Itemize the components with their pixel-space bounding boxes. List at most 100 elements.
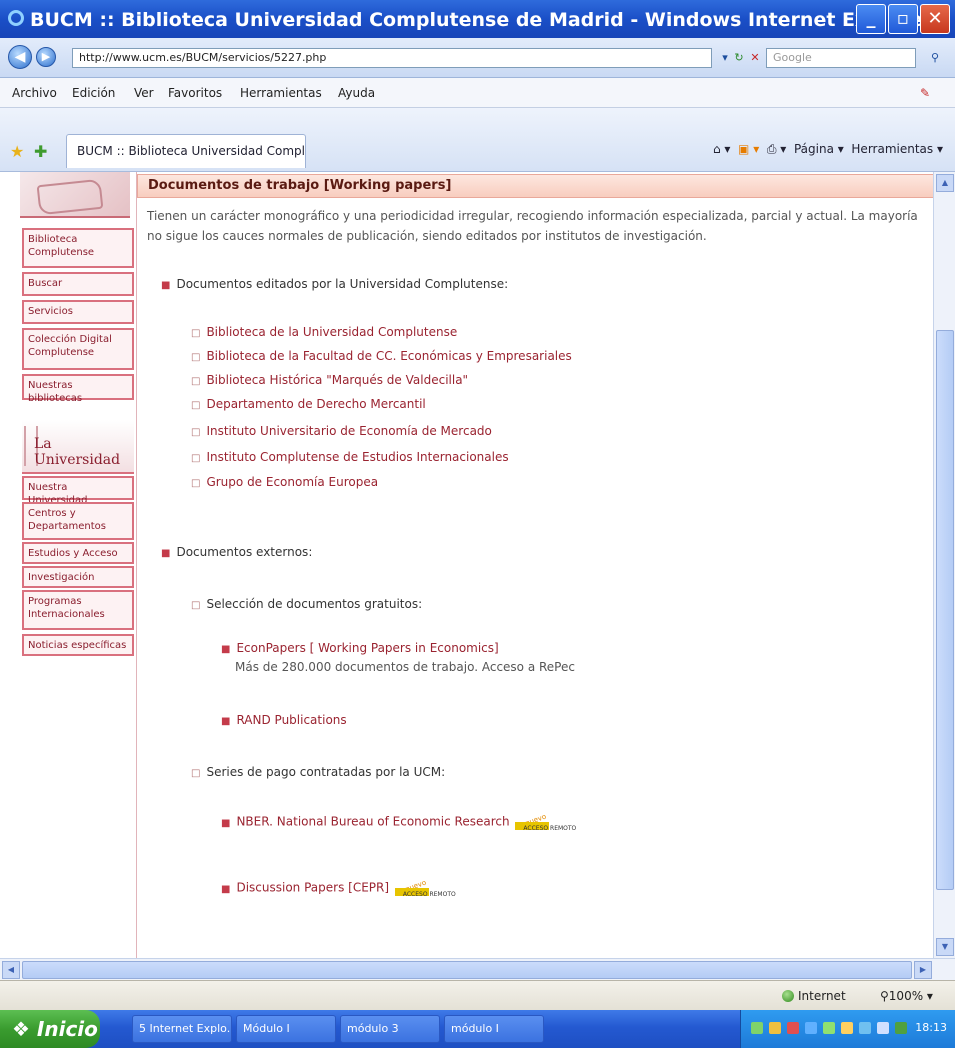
menu-favoritos[interactable]: Favoritos [168,86,222,100]
vertical-scroll-thumb[interactable] [936,330,954,890]
print-icon[interactable]: ⎙ ▾ [767,142,786,156]
maximize-button[interactable]: ▫ [888,4,918,34]
link-cepr[interactable]: ■ Discussion Papers [CEPR] nuevo ACCESO R… [221,878,456,898]
magnifier-icon: ⚲ [880,989,889,1003]
taskbar-item-modulo1b[interactable]: módulo I [444,1015,544,1043]
library-logo [20,172,130,218]
bullet-icon: ■ [221,644,231,655]
tray-volume-icon[interactable] [805,1022,817,1034]
toolbar-extra-icon[interactable]: ✎ [920,86,930,100]
globe-icon [782,990,794,1002]
sidebar-item-bibliotecas[interactable]: Nuestras bibliotecas [22,374,134,404]
sidebar-item-programas[interactable]: Programas Internacionales [22,590,134,630]
menu-herramientas[interactable]: Herramientas [240,86,322,100]
link-econpapers[interactable]: ■ EconPapers [ Working Papers in Economic… [221,640,499,658]
stop-icon[interactable]: ✕ [746,48,764,68]
link-biblioteca-ucm[interactable]: □ Biblioteca de la Universidad Complutens… [191,324,457,342]
favorites-star-icon[interactable]: ★ [10,142,24,161]
tray-update-icon[interactable] [823,1022,835,1034]
command-bar: ⌂ ▾ ▣ ▾ ⎙ ▾ Página ▾ Herramientas ▾ [712,142,943,156]
sidebar-item-investigacion[interactable]: Investigación [22,566,134,588]
home-icon[interactable]: ⌂ ▾ [713,142,730,156]
sidebar-item-estudios[interactable]: Estudios y Acceso [22,542,134,564]
tray-app-icon[interactable] [895,1022,907,1034]
taskbar-item-ie[interactable]: 5 Internet Explo... [132,1015,232,1043]
bullet-icon: ■ [161,280,171,291]
close-button[interactable]: ✕ [920,4,950,34]
university-section-header: La Universidad [22,420,134,474]
zoom-level[interactable]: ⚲100% ▾ [880,989,933,1003]
link-biblioteca-historica[interactable]: □ Biblioteca Histórica "Marqués de Valdec… [191,372,468,390]
scroll-left-icon[interactable]: ◀ [2,961,20,979]
link-rand[interactable]: ■ RAND Publications [221,712,347,730]
remote-access-badge-icon: nuevo ACCESO REMOTO [394,878,456,898]
bullet-icon: ■ [221,883,231,895]
browser-window: BUCM :: Biblioteca Universidad Compluten… [0,0,955,1048]
link-economia-europea[interactable]: □ Grupo de Economía Europea [191,474,378,492]
scroll-up-icon[interactable]: ▲ [936,174,954,192]
feeds-icon[interactable]: ▣ ▾ [738,142,759,156]
tools-menu[interactable]: Herramientas [851,142,933,156]
menu-ayuda[interactable]: Ayuda [338,86,375,100]
tray-display-icon[interactable] [877,1022,889,1034]
search-input[interactable]: Google [766,48,916,68]
link-biblioteca-economicas[interactable]: □ Biblioteca de la Facultad de CC. Económ… [191,348,572,366]
section-external-title: ■ Documentos externos: [161,545,313,559]
scroll-right-icon[interactable]: ▶ [914,961,932,979]
security-zone: Internet [782,989,846,1003]
start-button[interactable]: ❖ Inicio [0,1010,100,1048]
horizontal-scrollbar[interactable]: ◀ ▶ [0,958,955,980]
menu-ver[interactable]: Ver [134,86,154,100]
sidebar-item-noticias[interactable]: Noticias específicas [22,634,134,656]
bullet-icon: ■ [161,548,171,559]
tray-bluetooth-icon[interactable] [859,1022,871,1034]
main-content: Documentos de trabajo [Working papers] T… [136,172,933,958]
menu-edicion[interactable]: Edición [72,86,115,100]
bullet-icon: ■ [221,817,231,829]
tray-antivirus-icon[interactable] [787,1022,799,1034]
tray-security-icon[interactable] [769,1022,781,1034]
sidebar-item-coleccion[interactable]: Colección Digital Complutense [22,328,134,370]
tray-messenger-icon[interactable] [841,1022,853,1034]
taskbar: ❖ Inicio 5 Internet Explo... Módulo I mó… [0,1010,955,1048]
intro-text: Tienen un carácter monográfico y una per… [147,209,918,243]
sidebar-item-centros[interactable]: Centros y Departamentos [22,502,134,540]
window-title: BUCM :: Biblioteca Universidad Compluten… [30,9,933,31]
taskbar-item-modulo1[interactable]: Módulo I [236,1015,336,1043]
page-menu[interactable]: Página [794,142,834,156]
sidebar-item-biblioteca[interactable]: Biblioteca Complutense [22,228,134,268]
forward-button[interactable]: ▶ [36,47,56,67]
menu-archivo[interactable]: Archivo [12,86,57,100]
scroll-down-icon[interactable]: ▼ [936,938,954,956]
system-clock[interactable]: 18:13 [915,1021,947,1034]
taskbar-item-modulo3[interactable]: módulo 3 [340,1015,440,1043]
econpapers-description: Más de 280.000 documentos de trabajo. Ac… [235,660,575,674]
tray-network-icon[interactable] [751,1022,763,1034]
system-tray: 18:13 [740,1010,955,1048]
url-input[interactable]: http://www.ucm.es/BUCM/servicios/5227.ph… [72,48,712,68]
sidebar-item-servicios[interactable]: Servicios [22,300,134,324]
link-economia-mercado[interactable]: □ Instituto Universitario de Economía de … [191,423,492,441]
sidebar-item-nuestra-universidad[interactable]: Nuestra Universidad [22,476,134,506]
link-nber[interactable]: ■ NBER. National Bureau of Economic Resea… [221,812,576,832]
link-estudios-internacionales[interactable]: □ Instituto Complutense de Estudios Inter… [191,449,509,467]
page-title: Documentos de trabajo [Working papers] [137,174,933,198]
page-content: Biblioteca Complutense Buscar Servicios … [0,172,933,958]
link-derecho-mercantil[interactable]: □ Departamento de Derecho Mercantil [191,396,426,414]
minimize-button[interactable]: _ [856,4,886,34]
bullet-icon: □ [191,768,201,779]
back-button[interactable]: ◀ [8,45,32,69]
university-label: La Universidad [34,436,121,468]
sidebar-item-buscar[interactable]: Buscar [22,272,134,296]
sidebar: Biblioteca Complutense Buscar Servicios … [12,172,134,958]
section-ucm-title: ■ Documentos editados por la Universidad … [161,277,509,291]
add-favorite-icon[interactable]: ✚ [34,142,47,161]
tab-bucm[interactable]: BUCM :: Biblioteca Universidad Compluten… [66,134,306,168]
vertical-scrollbar[interactable]: ▲ ▼ [933,172,955,958]
windows-logo-icon: ❖ [12,1017,30,1041]
horizontal-scroll-thumb[interactable] [22,961,912,979]
bullet-icon: □ [191,600,201,611]
tab-bar: ★ ✚ BUCM :: Biblioteca Universidad Compl… [0,108,955,172]
search-icon[interactable]: ⚲ [926,48,944,68]
remote-access-badge-icon: nuevo ACCESO REMOTO [515,812,576,832]
